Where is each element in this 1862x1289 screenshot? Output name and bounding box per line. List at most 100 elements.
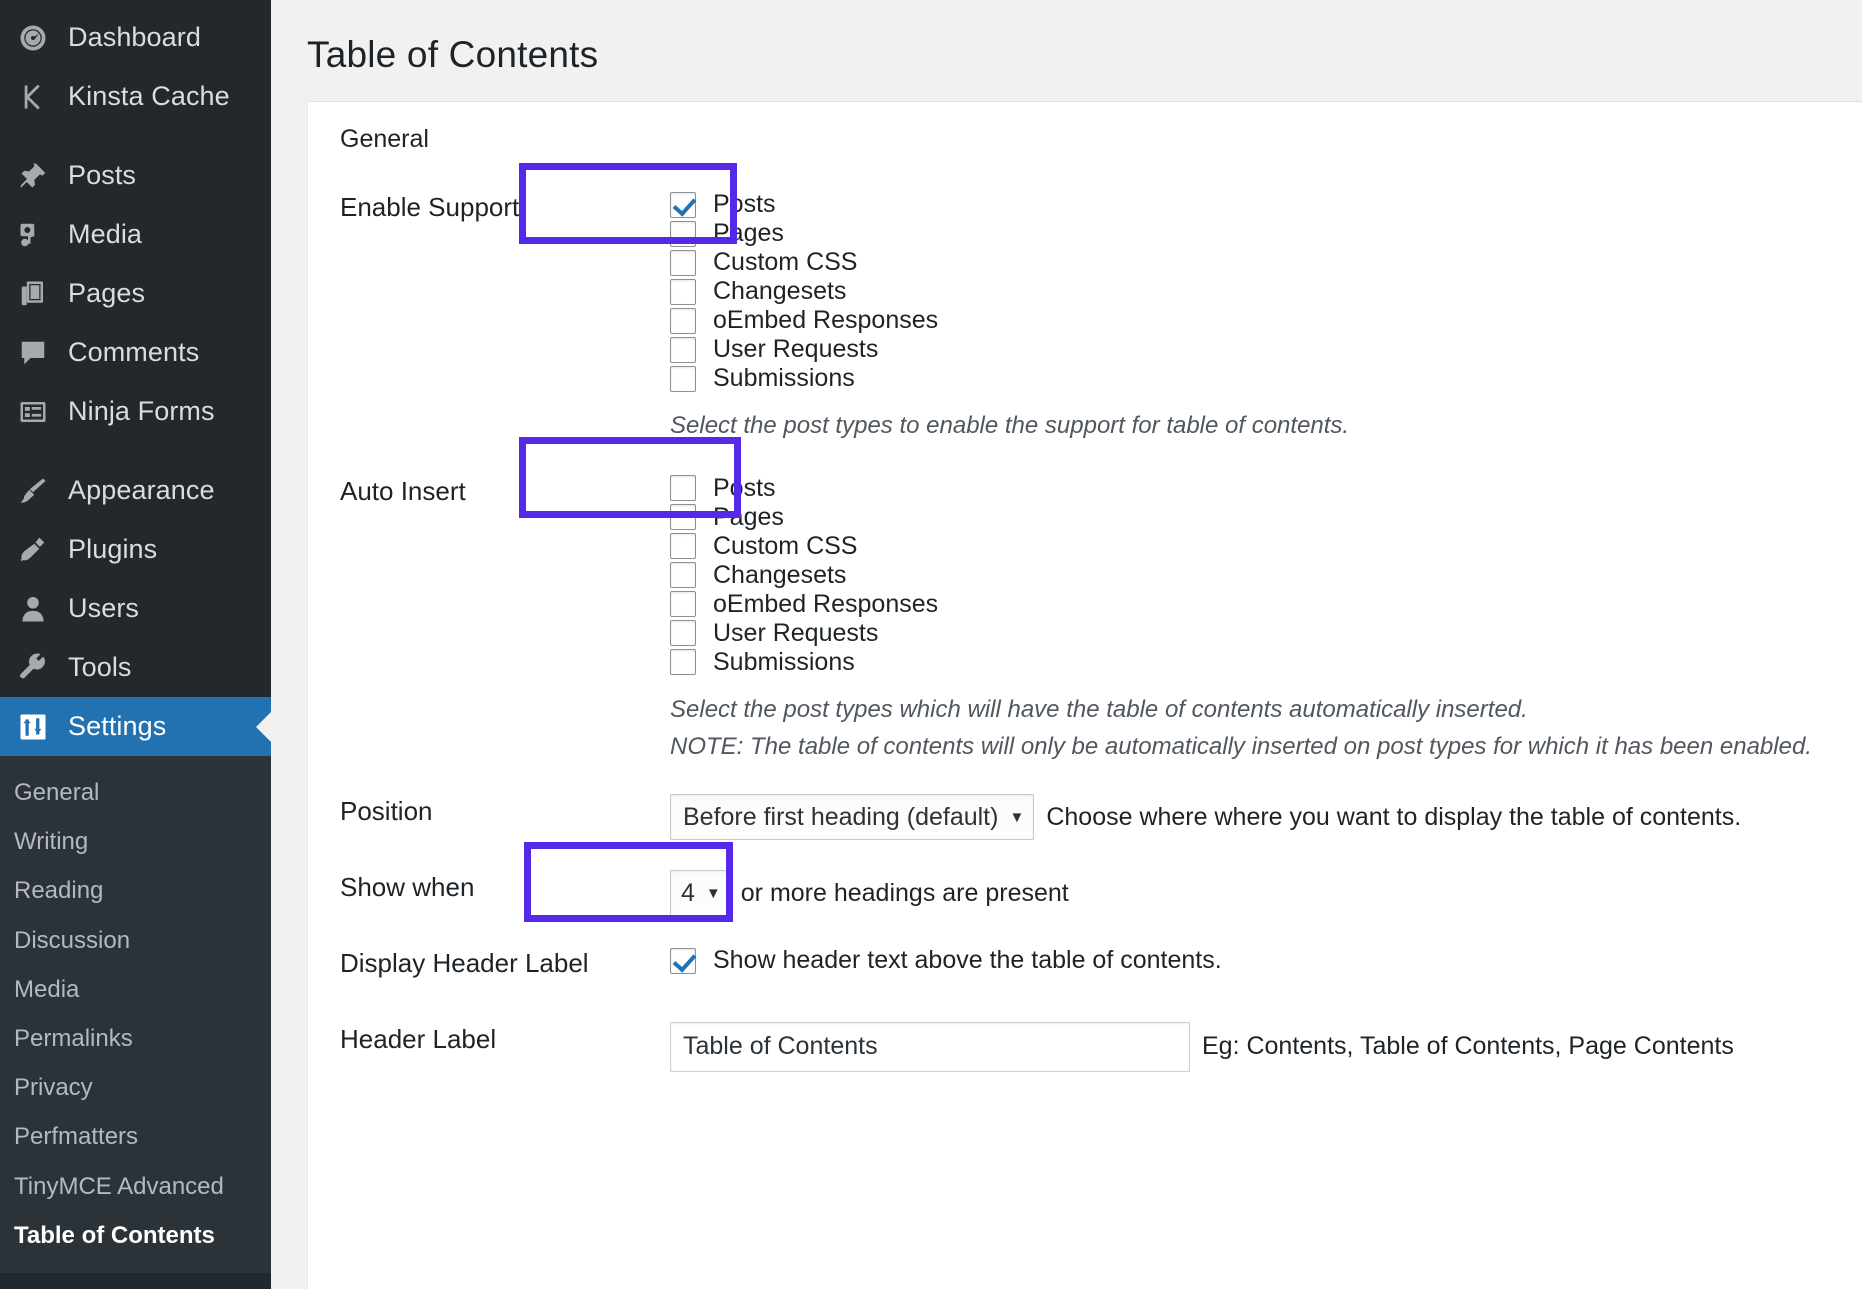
submenu-item-table-of-contents[interactable]: Table of Contents [0, 1211, 271, 1260]
checkbox-row[interactable]: Custom CSS [670, 248, 1852, 277]
enable-support-user-requests-checkbox[interactable] [670, 336, 696, 363]
dashboard-icon [10, 18, 56, 58]
label-header-label: Header Label [340, 1023, 497, 1054]
checkbox-label: Pages [713, 219, 784, 247]
checkbox-row[interactable]: User Requests [670, 619, 1852, 648]
checkbox-label: Submissions [713, 364, 855, 392]
settings-submenu: General Writing Reading Discussion Media… [0, 756, 271, 1274]
checkbox-label: oEmbed Responses [713, 306, 939, 334]
checkbox-label: User Requests [713, 335, 879, 363]
checkbox-row[interactable]: Posts [670, 190, 1852, 219]
sidebar-item-ninja-forms[interactable]: Ninja Forms [0, 382, 271, 441]
section-title-general: General [340, 125, 429, 153]
sidebar-item-label: Users [68, 593, 140, 623]
auto-insert-pages-checkbox[interactable] [670, 504, 696, 531]
auto-insert-custom-css-checkbox[interactable] [670, 533, 696, 560]
user-icon [10, 589, 56, 629]
sidebar-item-label: Plugins [68, 534, 158, 564]
settings-form-table: Enable Support Posts Pages Custom CSS Ch… [308, 170, 1862, 1082]
wrench-icon [10, 648, 56, 688]
sidebar-item-users[interactable]: Users [0, 579, 271, 638]
sidebar-item-settings[interactable]: Settings [0, 697, 271, 756]
checkbox-row[interactable]: User Requests [670, 335, 1852, 364]
page-title: Table of Contents [307, 34, 599, 75]
display-header-label-checkbox[interactable] [670, 947, 696, 974]
checkbox-row[interactable]: Pages [670, 503, 1852, 532]
pages-icon [10, 274, 56, 314]
sidebar-item-appearance[interactable]: Appearance [0, 461, 271, 520]
sidebar-item-label: Posts [68, 160, 137, 190]
sidebar-separator [0, 441, 271, 461]
auto-insert-note: NOTE: The table of contents will only be… [670, 732, 1812, 760]
auto-insert-description: Select the post types which will have th… [670, 695, 1528, 723]
submenu-item-perfmatters[interactable]: Perfmatters [0, 1112, 271, 1161]
submenu-item-privacy[interactable]: Privacy [0, 1063, 271, 1112]
checkbox-label: Submissions [713, 647, 855, 676]
sidebar-item-plugins[interactable]: Plugins [0, 520, 271, 579]
submenu-item-permalinks[interactable]: Permalinks [0, 1014, 271, 1063]
checkbox-row[interactable]: Show header text above the table of cont… [670, 946, 1852, 975]
submenu-item-media[interactable]: Media [0, 965, 271, 1014]
checkbox-row[interactable]: Pages [670, 219, 1852, 248]
sidebar-item-comments[interactable]: Comments [0, 323, 271, 382]
submenu-item-general[interactable]: General [0, 768, 271, 817]
row-position: Position Before first heading (default) … [308, 774, 1862, 850]
auto-insert-submissions-checkbox[interactable] [670, 649, 696, 676]
sidebar-item-media[interactable]: Media [0, 205, 271, 264]
sidebar-item-label: Ninja Forms [68, 396, 215, 426]
position-description: Choose where where you want to display t… [1046, 802, 1742, 831]
submenu-item-reading[interactable]: Reading [0, 866, 271, 915]
checkbox-row[interactable]: Submissions [670, 648, 1852, 677]
sidebar-item-pages[interactable]: Pages [0, 264, 271, 323]
checkbox-label: Custom CSS [713, 248, 858, 276]
checkbox-row[interactable]: Changesets [670, 277, 1852, 306]
header-label-input[interactable] [670, 1021, 1190, 1072]
submenu-item-writing[interactable]: Writing [0, 817, 271, 866]
checkbox-label: Posts [713, 190, 776, 218]
sidebar-item-label: Pages [68, 278, 146, 308]
forms-icon [10, 392, 56, 432]
settings-icon [10, 707, 56, 747]
checkbox-label: Changesets [713, 560, 847, 589]
checkbox-label: Show header text above the table of cont… [713, 946, 1222, 975]
checkbox-row[interactable]: oEmbed Responses [670, 306, 1852, 335]
pin-icon [10, 156, 56, 196]
checkbox-row[interactable]: Custom CSS [670, 532, 1852, 561]
sidebar-item-tools[interactable]: Tools [0, 638, 271, 697]
header-label-description: Eg: Contents, Table of Contents, Page Co… [1202, 1032, 1734, 1061]
label-position: Position [340, 796, 433, 827]
checkbox-row[interactable]: Posts [670, 474, 1852, 503]
sidebar-item-kinsta-cache[interactable]: Kinsta Cache [0, 67, 271, 126]
plug-icon [10, 530, 56, 570]
main-content: Table of Contents General Enable Support… [271, 0, 1862, 1289]
enable-support-pages-checkbox[interactable] [670, 220, 696, 247]
checkbox-row[interactable]: oEmbed Responses [670, 590, 1852, 619]
sidebar-item-dashboard[interactable]: Dashboard [0, 8, 271, 67]
auto-insert-changesets-checkbox[interactable] [670, 562, 696, 589]
row-auto-insert: Auto Insert Posts Pages Custom CSS Chang… [308, 454, 1862, 775]
show-when-select[interactable]: 4 ▼ [670, 870, 729, 917]
submenu-item-tinymce-advanced[interactable]: TinyMCE Advanced [0, 1162, 271, 1211]
auto-insert-user-requests-checkbox[interactable] [670, 620, 696, 647]
enable-support-changesets-checkbox[interactable] [670, 278, 696, 305]
label-display-header-label: Display Header Label [340, 948, 589, 979]
enable-support-posts-checkbox[interactable] [670, 191, 696, 218]
auto-insert-posts-checkbox[interactable] [670, 475, 696, 502]
auto-insert-oembed-responses-checkbox[interactable] [670, 591, 696, 618]
submenu-item-discussion[interactable]: Discussion [0, 916, 271, 965]
position-select-value: Before first heading (default) [683, 802, 999, 831]
settings-panel: General Enable Support Posts Pages Custo… [307, 101, 1862, 1289]
enable-support-submissions-checkbox[interactable] [670, 365, 696, 392]
chevron-down-icon: ▼ [1009, 808, 1025, 826]
checkbox-row[interactable]: Submissions [670, 364, 1852, 393]
sidebar-item-label: Settings [68, 711, 167, 741]
sidebar-item-label: Tools [68, 652, 132, 682]
enable-support-custom-css-checkbox[interactable] [670, 249, 696, 276]
row-header-label: Header Label Eg: Contents, Table of Cont… [308, 1002, 1862, 1082]
show-when-suffix-text: or more headings are present [740, 878, 1069, 907]
sidebar-item-posts[interactable]: Posts [0, 146, 271, 205]
position-select[interactable]: Before first heading (default) ▼ [670, 794, 1035, 841]
enable-support-oembed-responses-checkbox[interactable] [670, 307, 696, 334]
checkbox-label: oEmbed Responses [713, 589, 939, 618]
checkbox-row[interactable]: Changesets [670, 561, 1852, 590]
